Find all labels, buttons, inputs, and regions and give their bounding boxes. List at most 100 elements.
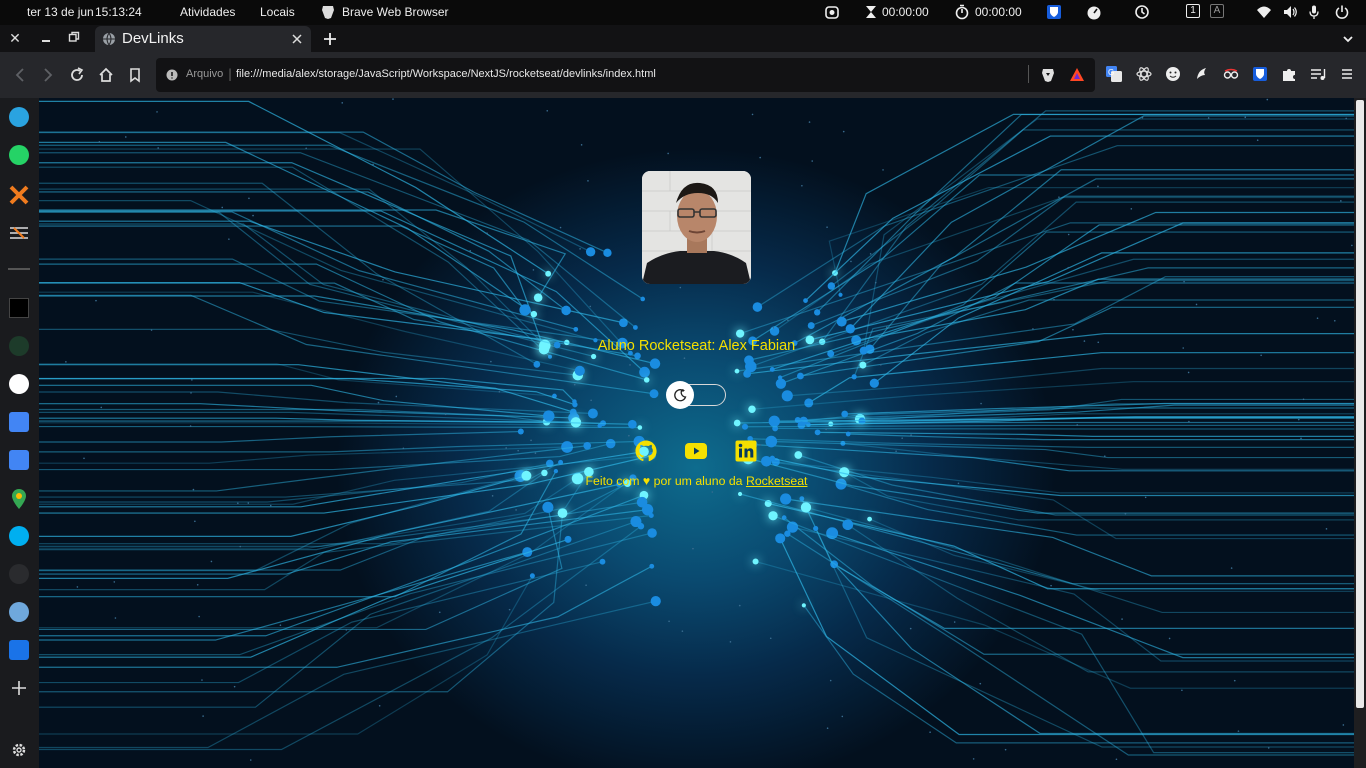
address-bar[interactable]: Arquivo | file:///media/alex/storage/Jav… bbox=[156, 58, 1095, 92]
bird-extension-icon[interactable] bbox=[1194, 66, 1210, 82]
translate-icon[interactable] bbox=[9, 450, 29, 470]
scrollbar-thumb[interactable] bbox=[1356, 100, 1364, 708]
brave-rewards-icon[interactable] bbox=[1069, 67, 1085, 83]
menu-hamburger-icon[interactable] bbox=[1339, 66, 1355, 82]
url-scheme-label: Arquivo bbox=[186, 68, 224, 80]
back-icon[interactable] bbox=[10, 65, 30, 85]
x-icon[interactable] bbox=[8, 184, 30, 206]
browser-tab-strip: ✕ DevLinks bbox=[0, 25, 1366, 52]
reload-icon[interactable] bbox=[67, 65, 87, 85]
gamepad-icon[interactable] bbox=[9, 336, 29, 356]
window-close-button[interactable]: ✕ bbox=[4, 28, 26, 50]
stopwatch-icon[interactable] bbox=[954, 4, 970, 20]
sidebar-settings-icon[interactable] bbox=[11, 742, 27, 758]
add-icon[interactable] bbox=[11, 680, 27, 696]
circuit-dot bbox=[157, 147, 159, 149]
window-minimize-button[interactable] bbox=[35, 28, 57, 50]
youtube-icon[interactable] bbox=[684, 439, 708, 463]
circuit-dot bbox=[95, 299, 97, 302]
page-scrollbar[interactable] bbox=[1354, 98, 1366, 768]
tool-icon[interactable] bbox=[9, 298, 29, 318]
tab-title: DevLinks bbox=[122, 30, 184, 47]
disabled-app-icon[interactable] bbox=[9, 564, 29, 584]
react-devtools-icon[interactable] bbox=[1136, 66, 1152, 82]
circuit-node bbox=[542, 501, 554, 513]
browser-sidebar bbox=[0, 98, 39, 768]
circuit-node bbox=[734, 368, 740, 374]
telegram-icon[interactable] bbox=[9, 107, 29, 127]
circuit-dot bbox=[629, 364, 631, 366]
url-text[interactable]: file:///media/alex/storage/JavaScript/Wo… bbox=[236, 68, 656, 80]
profile-avatar bbox=[642, 171, 751, 284]
bitwarden-icon[interactable] bbox=[1046, 4, 1062, 20]
theme-toggle-knob[interactable] bbox=[666, 381, 694, 409]
circuit-node bbox=[814, 309, 821, 316]
microphone-icon[interactable] bbox=[1306, 4, 1322, 20]
circuit-trace bbox=[39, 425, 640, 429]
circuit-dot bbox=[76, 586, 79, 588]
circuit-node bbox=[553, 468, 559, 474]
circuit-trace bbox=[39, 152, 636, 328]
screenshot-icon[interactable] bbox=[824, 4, 840, 20]
circuit-dot bbox=[1237, 730, 1240, 732]
history-clock-icon[interactable] bbox=[1134, 4, 1150, 20]
url-separator: | bbox=[228, 67, 233, 81]
window-restore-button[interactable] bbox=[63, 28, 85, 50]
google-icon[interactable] bbox=[9, 374, 29, 394]
circuit-dot bbox=[841, 715, 844, 718]
wifi-icon[interactable] bbox=[1256, 4, 1272, 20]
clock-date[interactable]: ter 13 de jun bbox=[27, 5, 94, 19]
home-icon[interactable] bbox=[96, 65, 116, 85]
g-icon[interactable] bbox=[9, 640, 29, 660]
activities-button[interactable]: Atividades bbox=[180, 5, 235, 19]
smiley-extension-icon[interactable] bbox=[1165, 66, 1181, 82]
tab-search-chevron-icon[interactable] bbox=[1342, 33, 1354, 45]
keyboard-layout-indicator[interactable]: A bbox=[1210, 4, 1224, 18]
extensions-puzzle-icon[interactable] bbox=[1281, 66, 1297, 82]
google-translate-icon[interactable]: G bbox=[1106, 66, 1122, 82]
power-icon[interactable] bbox=[1334, 4, 1350, 20]
glasses-extension-icon[interactable] bbox=[1223, 66, 1239, 82]
workspace-indicator[interactable]: 1 bbox=[1186, 4, 1200, 18]
github-icon[interactable] bbox=[634, 439, 658, 463]
bookmark-icon[interactable] bbox=[125, 65, 145, 85]
tab-devlinks[interactable]: DevLinks bbox=[95, 26, 311, 52]
circuit-node bbox=[769, 326, 780, 336]
circuit-trace bbox=[755, 560, 1354, 689]
layers-icon[interactable] bbox=[8, 222, 30, 244]
circuit-trace bbox=[39, 532, 653, 656]
settings-gear-icon[interactable] bbox=[9, 602, 29, 622]
circuit-trace bbox=[39, 551, 528, 641]
page-viewport: Aluno Rocketseat: Alex Fabian Feito com … bbox=[39, 98, 1354, 768]
speedometer-icon[interactable] bbox=[1086, 4, 1102, 20]
tab-close-icon[interactable] bbox=[292, 34, 302, 44]
places-menu[interactable]: Locais bbox=[260, 5, 295, 19]
circuit-node bbox=[561, 441, 573, 453]
forward-icon[interactable] bbox=[38, 65, 58, 85]
active-app-name[interactable]: Brave Web Browser bbox=[342, 5, 448, 19]
whatsapp-icon[interactable] bbox=[9, 145, 29, 165]
circuit-trace bbox=[745, 424, 1354, 428]
brave-shields-icon[interactable] bbox=[1040, 67, 1056, 83]
info-icon[interactable] bbox=[166, 69, 178, 81]
circuit-node bbox=[545, 270, 552, 277]
circuit-dot bbox=[1267, 747, 1270, 749]
maps-icon[interactable] bbox=[11, 488, 27, 510]
circuit-dot bbox=[65, 361, 67, 363]
linkedin-icon[interactable] bbox=[734, 439, 758, 463]
volume-icon[interactable] bbox=[1282, 4, 1298, 20]
skype-icon[interactable] bbox=[9, 526, 29, 546]
circuit-dot bbox=[1233, 679, 1236, 682]
circuit-dot bbox=[444, 413, 447, 416]
clock-time[interactable]: 15:13:24 bbox=[95, 5, 142, 19]
circuit-trace bbox=[792, 526, 1354, 662]
rocketseat-link[interactable]: Rocketseat bbox=[746, 474, 808, 488]
hourglass-icon[interactable] bbox=[863, 4, 879, 20]
media-playlist-icon[interactable] bbox=[1310, 66, 1326, 82]
bitwarden-extension-icon[interactable] bbox=[1252, 66, 1268, 82]
theme-toggle-switch[interactable] bbox=[666, 381, 726, 409]
circuit-node bbox=[752, 558, 759, 565]
circuit-dot bbox=[491, 495, 494, 497]
new-tab-icon[interactable] bbox=[323, 32, 337, 46]
calendar-icon[interactable] bbox=[9, 412, 29, 432]
